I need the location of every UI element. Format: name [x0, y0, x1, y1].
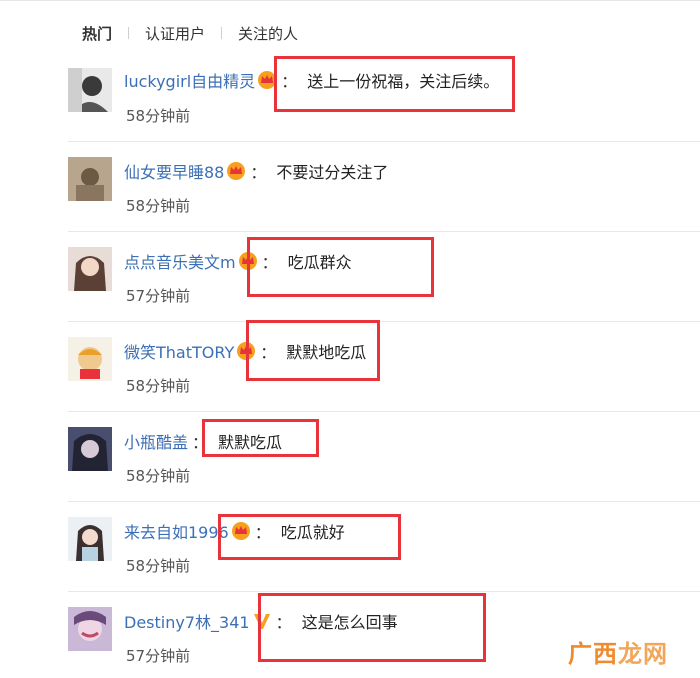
- username[interactable]: Destiny7林_341: [124, 609, 250, 633]
- red-highlight-box: [258, 593, 486, 662]
- red-highlight-box: [218, 514, 401, 560]
- comment-time: 58分钟前: [126, 377, 191, 395]
- red-highlight-box: [274, 56, 515, 112]
- red-highlight-box: [202, 419, 319, 457]
- avatar[interactable]: [68, 68, 112, 112]
- tab-verified-users[interactable]: 认证用户: [143, 23, 207, 44]
- username[interactable]: 仙女要早睡88: [124, 159, 224, 183]
- avatar-image: [68, 337, 112, 381]
- comment-time: 58分钟前: [126, 107, 191, 125]
- top-border: [0, 0, 700, 1]
- username[interactable]: 小瓶酷盖: [124, 429, 188, 453]
- comment-time: 57分钟前: [126, 647, 191, 665]
- comment-filter-tabs: 热门 认证用户 关注的人: [80, 22, 300, 44]
- avatar-image: [68, 517, 112, 561]
- avatar-image: [68, 68, 112, 112]
- divider: [68, 321, 700, 322]
- username[interactable]: 点点音乐美文m: [124, 249, 236, 273]
- username[interactable]: 微笑ThatTORY: [124, 339, 234, 363]
- tab-separator: [128, 27, 130, 39]
- avatar-image: [68, 427, 112, 471]
- tab-following[interactable]: 关注的人: [236, 23, 300, 44]
- comment-time: 58分钟前: [126, 197, 191, 215]
- avatar[interactable]: [68, 607, 112, 651]
- divider: [68, 501, 700, 502]
- avatar[interactable]: [68, 427, 112, 471]
- watermark-part1: 广西: [568, 640, 618, 668]
- comment-time: 58分钟前: [126, 557, 191, 575]
- avatar-image: [68, 607, 112, 651]
- avatar-image: [68, 247, 112, 291]
- tab-separator: [221, 27, 223, 39]
- username[interactable]: luckygirl自由精灵: [124, 68, 255, 92]
- divider: [68, 591, 700, 592]
- red-highlight-box: [246, 320, 380, 381]
- comment-text: 不要过分关注了: [276, 163, 389, 182]
- site-watermark: 广西龙网: [568, 634, 668, 668]
- username[interactable]: 来去自如1996: [124, 519, 229, 543]
- avatar[interactable]: [68, 157, 112, 201]
- divider: [68, 231, 700, 232]
- divider: [68, 141, 700, 142]
- avatar[interactable]: [68, 247, 112, 291]
- comment-time: 58分钟前: [126, 467, 191, 485]
- avatar[interactable]: [68, 517, 112, 561]
- red-highlight-box: [247, 237, 434, 297]
- comment-time: 57分钟前: [126, 287, 191, 305]
- crown-icon: [227, 162, 246, 180]
- divider: [68, 411, 700, 412]
- avatar[interactable]: [68, 337, 112, 381]
- avatar-image: [68, 157, 112, 201]
- colon: ：: [250, 163, 267, 182]
- watermark-part2: 龙网: [618, 640, 668, 668]
- tab-hot[interactable]: 热门: [80, 23, 114, 44]
